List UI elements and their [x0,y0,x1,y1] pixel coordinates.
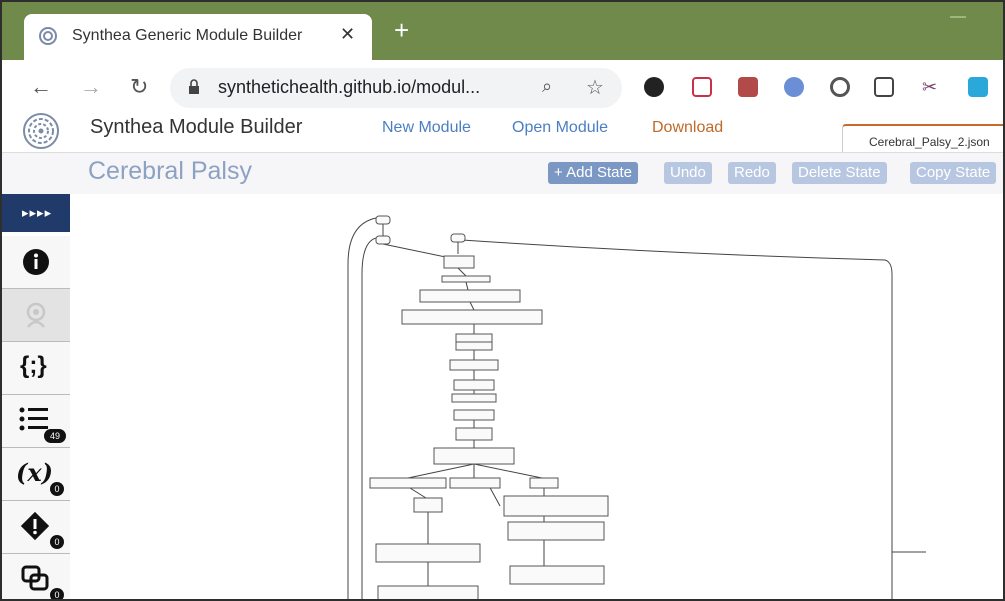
sidebar-synthea-button[interactable] [2,289,70,342]
state-node[interactable] [419,289,521,303]
browser-window: Synthea Generic Module Builder ✕ + ← → ↻… [0,0,1005,601]
loop-edge [361,237,377,599]
state-node[interactable] [455,333,493,343]
state-node[interactable] [509,565,605,585]
long-edge [461,239,893,599]
synthea-icon [26,302,46,328]
new-tab-button[interactable]: + [394,17,409,43]
sidebar-variables-button[interactable]: (x) 0 [2,448,70,501]
minimize-button[interactable] [950,16,966,18]
file-tab-label: Cerebral_Palsy_2.json [869,135,990,149]
warning-icon [20,511,50,541]
state-node[interactable] [375,235,391,245]
url-text: synthetichealth.github.io/modul... [218,77,481,97]
state-node[interactable] [375,543,481,563]
json-icon: {;} [20,352,47,379]
state-node[interactable] [441,275,491,283]
edge [407,463,475,479]
sidebar-warnings-button[interactable]: 0 [2,501,70,554]
app-header: Synthea Module Builder New Module Open M… [2,113,1003,157]
sidebar-submodules-button[interactable]: 0 [2,554,70,599]
state-node[interactable] [369,477,447,489]
sidebar: ▸▸▸▸ {;} 49 (x) 0 0 0 [2,194,70,599]
sidebar-json-button[interactable]: {;} [2,342,70,395]
warnings-count-badge: 0 [50,535,64,549]
states-count-badge: 49 [44,429,66,443]
add-state-button[interactable]: + Add State [548,162,638,184]
state-node[interactable] [449,477,501,489]
edge [457,267,467,277]
synthea-logo-icon [23,113,59,149]
synthea-favicon-icon [39,27,57,45]
forward-icon[interactable]: → [80,74,102,100]
reload-icon[interactable]: ↻ [130,74,148,100]
module-bar: Cerebral Palsy + Add State Undo Redo Del… [2,152,1003,196]
new-module-link[interactable]: New Module [382,119,471,137]
tab-strip: Synthea Generic Module Builder ✕ + [2,2,1003,60]
extension-icon-3[interactable] [738,77,758,97]
extension-icon-5[interactable] [830,77,850,97]
extension-icon-2[interactable] [692,77,712,97]
state-node[interactable] [455,427,493,441]
state-node[interactable] [451,393,497,403]
address-bar[interactable]: synthetichealth.github.io/modul... ⌕ ☆ [170,68,622,108]
zoom-icon[interactable]: ⌕ [542,76,552,97]
edge [465,281,469,291]
lock-icon [189,79,199,94]
state-node[interactable] [453,409,495,421]
state-node[interactable] [507,521,605,541]
variables-icon: (x) [16,458,54,487]
tab-title: Synthea Generic Module Builder [72,27,303,44]
edge [469,301,475,311]
state-node[interactable] [443,255,475,269]
state-node[interactable] [455,341,493,351]
state-node[interactable] [529,477,559,489]
state-node[interactable] [433,447,515,465]
state-node[interactable] [453,379,495,391]
download-link[interactable]: Download [652,119,723,137]
sidebar-states-button[interactable]: 49 [2,395,70,448]
sidebar-info-button[interactable] [2,236,70,289]
state-node[interactable] [503,495,609,517]
undo-button[interactable]: Undo [664,162,712,184]
submodules-icon [21,565,49,591]
state-node[interactable] [449,359,499,371]
extension-icon-7[interactable]: ✂ [922,77,942,97]
extension-icon-6[interactable] [874,77,894,97]
copy-state-button[interactable]: Copy State [910,162,997,184]
state-node[interactable] [413,497,443,513]
open-module-link[interactable]: Open Module [512,119,608,137]
module-graph-canvas[interactable] [70,194,1003,601]
state-graph [347,215,926,601]
sidebar-collapse-button[interactable]: ▸▸▸▸ [2,194,70,232]
back-icon[interactable]: ← [30,74,52,100]
star-icon[interactable]: ☆ [586,75,604,100]
info-icon [23,249,49,275]
browser-tab[interactable]: Synthea Generic Module Builder ✕ [24,14,372,60]
edge [409,487,427,499]
state-node[interactable] [401,309,543,325]
state-node[interactable] [375,215,391,225]
collapse-arrows-icon: ▸▸▸▸ [22,205,53,220]
state-node[interactable] [377,585,479,601]
extension-icon-8[interactable] [968,77,988,97]
delete-state-button[interactable]: Delete State [792,162,887,184]
redo-button[interactable]: Redo [728,162,776,184]
states-list-icon [19,407,48,431]
browser-toolbar: ← → ↻ synthetichealth.github.io/modul...… [2,60,1003,116]
submodules-count-badge: 0 [50,588,64,599]
tab-close-icon[interactable]: ✕ [340,24,355,45]
variables-count-badge: 0 [50,482,64,496]
extension-icon-1[interactable] [644,77,664,97]
module-title[interactable]: Cerebral Palsy [88,157,252,186]
extension-icon-4[interactable] [784,77,804,97]
state-node[interactable] [450,233,466,243]
edge [473,463,543,479]
app-name: Synthea Module Builder [90,116,303,138]
